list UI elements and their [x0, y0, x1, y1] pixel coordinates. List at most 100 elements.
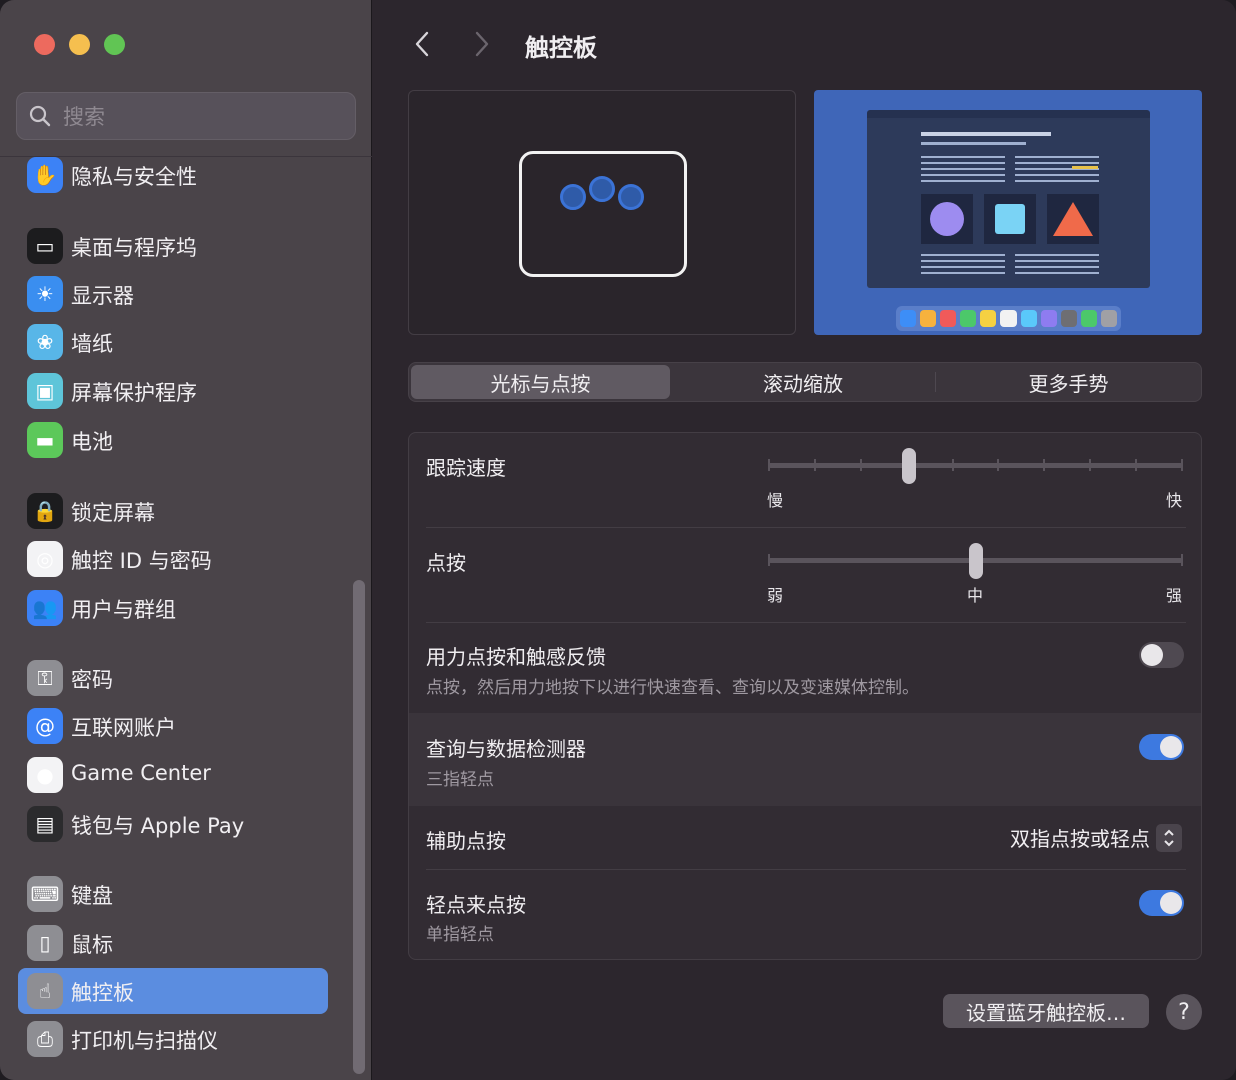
- force-click-description: 点按，然后用力地按下以进行快速查看、查询以及变速媒体控制。: [426, 678, 919, 698]
- users-icon: 👥: [27, 590, 63, 626]
- sidebar-item[interactable]: ⌨ 键盘: [18, 871, 328, 917]
- tab-bar: 光标与点按 滚动缩放 更多手势: [408, 362, 1202, 402]
- sun-icon: ☀: [27, 276, 63, 312]
- settings-window: ✋ 隐私与安全性 ▭ 桌面与程序坞 ☀ 显示器 ❀ 墙纸 ▣ 屏幕保护程序 ▬ 电池 🔒 锁定屏幕 ◎ 触控 …: [0, 0, 1236, 1080]
- sidebar-item[interactable]: ▤ 钱包与 Apple Pay: [18, 801, 328, 847]
- app-icon: [1020, 310, 1037, 327]
- wallet-icon: ▤: [27, 806, 63, 842]
- key-icon: ⚿: [27, 660, 63, 696]
- sidebar-item-label: 显示器: [71, 284, 134, 308]
- tap-to-click-description: 单指轻点: [426, 925, 494, 945]
- demo-video-preview: [814, 90, 1202, 335]
- document-lines-icon: [921, 132, 1099, 274]
- secondary-click-popup[interactable]: 双指点按或轻点: [1010, 823, 1182, 852]
- sidebar-item[interactable]: ✋ 隐私与安全性: [18, 152, 328, 198]
- zoom-window-button[interactable]: [104, 34, 125, 55]
- chevron-left-icon: [415, 31, 429, 57]
- lookup-description: 三指轻点: [426, 770, 494, 790]
- sidebar-item[interactable]: ◎ 触控 ID 与密码: [18, 536, 328, 582]
- search-input[interactable]: [63, 103, 343, 131]
- sidebar-item-label: 键盘: [71, 884, 113, 908]
- slider-max-label: 快: [1166, 491, 1183, 510]
- dock-icon: ▭: [27, 228, 63, 264]
- secondary-click-value: 双指点按或轻点: [1010, 827, 1150, 851]
- demo-window-illustration: [867, 110, 1150, 288]
- tap-to-click-toggle[interactable]: [1139, 890, 1184, 916]
- slider-min-label: 弱: [767, 586, 784, 605]
- app-icon: [920, 310, 937, 327]
- lookup-toggle[interactable]: [1139, 734, 1184, 760]
- slider-max-label: 强: [1166, 586, 1183, 605]
- sidebar-item[interactable]: ● Game Center: [18, 752, 328, 798]
- sidebar-item[interactable]: ❀ 墙纸: [18, 319, 328, 365]
- sidebar-item-label: 鼠标: [71, 933, 113, 957]
- main-pane: 触控板 光标与点按 滚动缩放 更多手势 跟踪速度 慢 快 点按 弱 中 强 用力…: [373, 0, 1236, 1080]
- app-icon: [900, 310, 917, 327]
- tab-point-click[interactable]: 光标与点按: [411, 365, 670, 399]
- back-button[interactable]: [407, 26, 437, 62]
- sidebar-item-label: 钱包与 Apple Pay: [71, 814, 245, 838]
- sidebar-item-label: 打印机与扫描仪: [71, 1029, 218, 1053]
- slider-tick: [1181, 459, 1183, 471]
- sidebar-item-label: 互联网账户: [71, 716, 176, 740]
- secondary-click-label: 辅助点按: [426, 829, 506, 853]
- trackpad-illustration-icon: [519, 151, 687, 277]
- close-window-button[interactable]: [34, 34, 55, 55]
- at-icon: @: [27, 708, 63, 744]
- row-divider: [426, 622, 1186, 623]
- slider-tick: [997, 459, 1000, 471]
- force-click-label: 用力点按和触感反馈: [426, 645, 606, 669]
- sidebar-item[interactable]: @ 互联网账户: [18, 703, 328, 749]
- tab-scroll-zoom[interactable]: 滚动缩放: [673, 365, 933, 399]
- chevron-right-icon: [475, 31, 489, 57]
- trackpad-icon: ☝: [27, 973, 63, 1009]
- tap-to-click-label: 轻点来点按: [426, 893, 526, 917]
- sidebar-item[interactable]: ▣ 屏幕保护程序: [18, 368, 328, 414]
- sidebar-item-label: 密码: [71, 668, 113, 692]
- slider-track: [768, 463, 1183, 468]
- force-click-toggle[interactable]: [1139, 642, 1184, 668]
- hand-icon: ✋: [27, 157, 63, 193]
- game-center-icon: ●: [27, 757, 63, 793]
- slider-tick: [768, 554, 770, 566]
- app-icon: [1100, 310, 1118, 327]
- sidebar-item[interactable]: ⚿ 密码: [18, 655, 328, 701]
- app-icon: [1040, 310, 1057, 327]
- tab-divider: [935, 372, 936, 392]
- sidebar-scrollbar[interactable]: [353, 580, 365, 1074]
- slider-tick: [1043, 459, 1046, 471]
- slider-knob[interactable]: [902, 448, 917, 484]
- slider-knob[interactable]: [968, 543, 983, 579]
- printer-icon: ⎙: [27, 1021, 63, 1057]
- toggle-thumb: [1160, 892, 1182, 914]
- tab-more-gestures[interactable]: 更多手势: [938, 365, 1199, 399]
- row-divider: [426, 527, 1186, 528]
- help-button[interactable]: ?: [1166, 994, 1202, 1030]
- sidebar-item[interactable]: ⎙ 打印机与扫描仪: [18, 1016, 328, 1062]
- sidebar-item[interactable]: 👥 用户与群组: [18, 585, 328, 631]
- slider-tick: [813, 459, 816, 471]
- sidebar-item[interactable]: ▯ 鼠标: [18, 920, 328, 966]
- forward-button[interactable]: [467, 26, 497, 62]
- minimize-window-button[interactable]: [69, 34, 90, 55]
- slider-min-label: 慢: [767, 491, 784, 510]
- settings-panel: 跟踪速度 慢 快 点按 弱 中 强 用力点按和触感反馈 点按，然后用力地按下以进…: [408, 432, 1202, 960]
- up-down-chevron-icon: [1156, 823, 1182, 852]
- gesture-preview: [408, 90, 796, 335]
- search-field[interactable]: [16, 92, 356, 140]
- slider-tick: [768, 459, 770, 471]
- flower-icon: ❀: [27, 324, 63, 360]
- sidebar-item[interactable]: ☀ 显示器: [18, 271, 328, 317]
- sidebar-item-label: 触控 ID 与密码: [71, 549, 212, 573]
- dock-illustration: [896, 306, 1121, 331]
- setup-bluetooth-trackpad-button[interactable]: 设置蓝牙触控板…: [943, 994, 1149, 1028]
- sidebar-item[interactable]: 🔒 锁定屏幕: [18, 488, 328, 534]
- sidebar-item-label: 电池: [71, 430, 113, 454]
- slider-mid-label: 中: [967, 586, 984, 605]
- sidebar-item[interactable]: ▭ 桌面与程序坞: [18, 223, 328, 269]
- slider-tick: [1089, 459, 1092, 471]
- sidebar-item[interactable]: ▬ 电池: [18, 417, 328, 463]
- finger-dot-icon: [618, 184, 644, 210]
- slider-tick: [1135, 459, 1138, 471]
- sidebar-item[interactable]: ☝ 触控板: [18, 968, 328, 1014]
